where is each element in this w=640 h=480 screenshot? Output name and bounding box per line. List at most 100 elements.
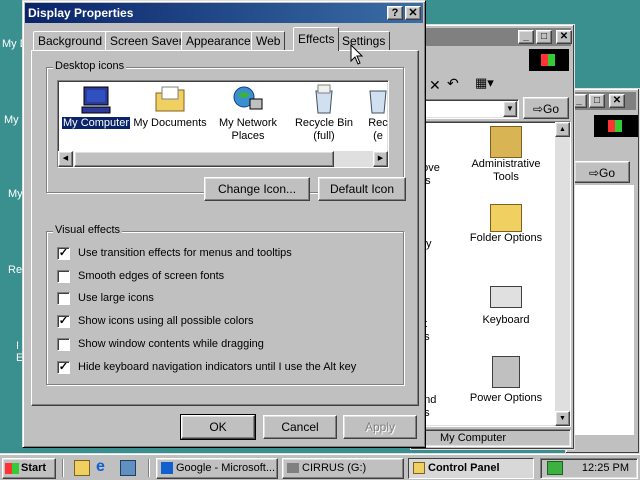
delete-icon[interactable]: ✕ [429,77,441,94]
cp-item-admin-tools[interactable]: Administrative Tools [454,126,558,184]
drive-icon [287,463,299,474]
cp-item-keyboard[interactable]: Keyboard [454,282,558,326]
visual-effects-label: Visual effects [53,224,123,236]
option-window-contents-drag[interactable]: Show window contents while dragging [57,337,264,353]
option-all-colors[interactable]: ✓ Show icons using all possible colors [57,314,253,330]
default-icon-button[interactable]: Default Icon [318,177,406,201]
scroll-down-icon[interactable]: ▼ [555,411,570,426]
go-arrow-icon: ⇨ [532,102,544,116]
back-window-content [570,185,634,435]
windows-logo-icon [529,49,569,71]
desktop-icons-group: Desktop icons My Computer My Documents M… [46,60,404,193]
control-panel-titlebar[interactable]: _ □ ✕ [414,28,572,46]
checkbox-checked[interactable]: ✓ [57,246,70,260]
checkbox-checked[interactable]: ✓ [57,360,70,374]
maximize-icon[interactable]: □ [536,30,552,44]
back-go-button[interactable]: ⇨Go [574,161,630,183]
windows-logo-icon [594,115,638,137]
system-tray: 12:25 PM [540,458,638,479]
horizontal-scrollbar[interactable]: ◀ ▶ [58,151,388,167]
taskbar-divider [62,459,64,477]
icon-item-my-network-places[interactable]: My Network Places [210,83,286,143]
icon-item-recycle-bin-empty[interactable]: Rec (e [358,83,388,143]
windows-logo-icon [5,462,19,474]
checkbox-unchecked[interactable] [57,269,70,283]
mouse-cursor-icon [350,44,364,65]
option-transition-effects[interactable]: ✓ Use transition effects for menus and to… [57,246,292,262]
go-arrow-icon: ⇨ [588,166,600,180]
icon-item-my-documents[interactable]: My Documents [132,83,208,130]
back-window[interactable]: _ □ ✕ ⇨Go [565,88,640,454]
icon-item-recycle-bin-full[interactable]: Recycle Bin (full) [286,83,362,143]
minimize-icon[interactable]: _ [518,30,534,44]
maximize-icon[interactable]: □ [589,94,605,108]
show-desktop-icon[interactable] [74,460,90,476]
undo-icon[interactable]: ↶ [447,75,459,92]
scroll-right-icon[interactable]: ▶ [373,151,388,167]
task-control-panel[interactable]: Control Panel [408,458,534,479]
scroll-left-icon[interactable]: ◀ [58,151,73,167]
close-icon[interactable]: ✕ [556,30,572,44]
address-go-button[interactable]: ⇨Go [523,97,569,119]
network-tray-icon[interactable] [547,461,563,475]
back-window-titlebar[interactable]: _ □ ✕ [569,92,636,110]
status-bar: My Computer [415,429,571,447]
control-panel-icon [413,462,425,475]
tab-effects[interactable]: Effects [293,27,340,51]
checkbox-checked[interactable]: ✓ [57,314,70,328]
cp-item-folder-options[interactable]: Folder Options [454,204,558,244]
checkbox-unchecked[interactable] [57,291,70,305]
internet-explorer-icon[interactable]: e [96,458,105,476]
dropdown-arrow-icon[interactable]: ▼ [503,101,517,117]
vertical-scrollbar[interactable]: ▲ ▼ [555,122,570,426]
taskbar: Start e Google - Microsoft... CIRRUS (G:… [0,454,640,480]
display-properties-dialog[interactable]: Display Properties ? ✕ Background Screen… [22,0,426,448]
desktop-icons-label: Desktop icons [53,60,127,72]
admin-tools-icon [490,126,522,158]
tab-screen-saver[interactable]: Screen Saver [105,31,188,51]
scroll-thumb[interactable] [74,151,334,167]
icon-item-my-computer[interactable]: My Computer [58,83,134,130]
close-icon[interactable]: ✕ [405,6,421,20]
address-combo[interactable]: ▼ [415,99,519,119]
option-smooth-edges[interactable]: Smooth edges of screen fonts [57,269,224,285]
desktop-icon-list[interactable]: My Computer My Documents My Network Plac… [57,80,389,168]
cp-item-partial[interactable]: y [426,238,432,250]
network-places-icon [233,86,263,110]
folder-options-icon [490,204,522,232]
help-icon[interactable]: ? [387,6,403,20]
task-google[interactable]: Google - Microsoft... [156,458,278,479]
control-panel-window[interactable]: _ □ ✕ ✕ ↶ ▦▾ ▼ ⇨Go nove ms Administrativ… [410,24,575,450]
recycle-bin-empty-icon [369,90,387,114]
cancel-button[interactable]: Cancel [263,415,337,439]
scroll-up-icon[interactable]: ▲ [555,122,570,137]
apply-button[interactable]: Apply [343,415,417,439]
option-hide-keyboard-indicators[interactable]: ✓ Hide keyboard navigation indicators unt… [57,360,356,376]
start-button[interactable]: Start [2,458,56,479]
clock[interactable]: 12:25 PM [582,459,629,478]
browser-icon [161,462,173,475]
taskbar-divider [148,459,150,477]
option-large-icons[interactable]: Use large icons [57,291,154,307]
tab-background[interactable]: Background [33,31,108,51]
desktop-label-ie-1[interactable]: I [16,340,19,352]
dialog-titlebar[interactable]: Display Properties ? ✕ [25,3,423,23]
keyboard-icon [490,286,522,308]
change-icon-button[interactable]: Change Icon... [204,177,310,201]
tab-web[interactable]: Web [251,31,286,51]
recycle-bin-full-icon [315,84,333,114]
tab-appearance[interactable]: Appearance [181,31,256,51]
close-icon[interactable]: ✕ [609,94,625,108]
views-icon[interactable]: ▦▾ [475,75,494,91]
ok-button[interactable]: OK [180,414,256,440]
effects-tab-panel: Desktop icons My Computer My Documents M… [31,50,419,406]
my-computer-icon [81,86,111,114]
cp-item-power-options[interactable]: Power Options [454,356,558,404]
power-options-icon [492,356,520,388]
outlook-express-icon[interactable] [120,460,136,476]
desktop-label-my-network[interactable]: My [8,188,23,200]
desktop-label-my-computer[interactable]: My [4,114,19,126]
desktop-label-recycle[interactable]: Re [8,264,22,276]
checkbox-unchecked[interactable] [57,337,70,351]
task-cirrus-drive[interactable]: CIRRUS (G:) [282,458,404,479]
